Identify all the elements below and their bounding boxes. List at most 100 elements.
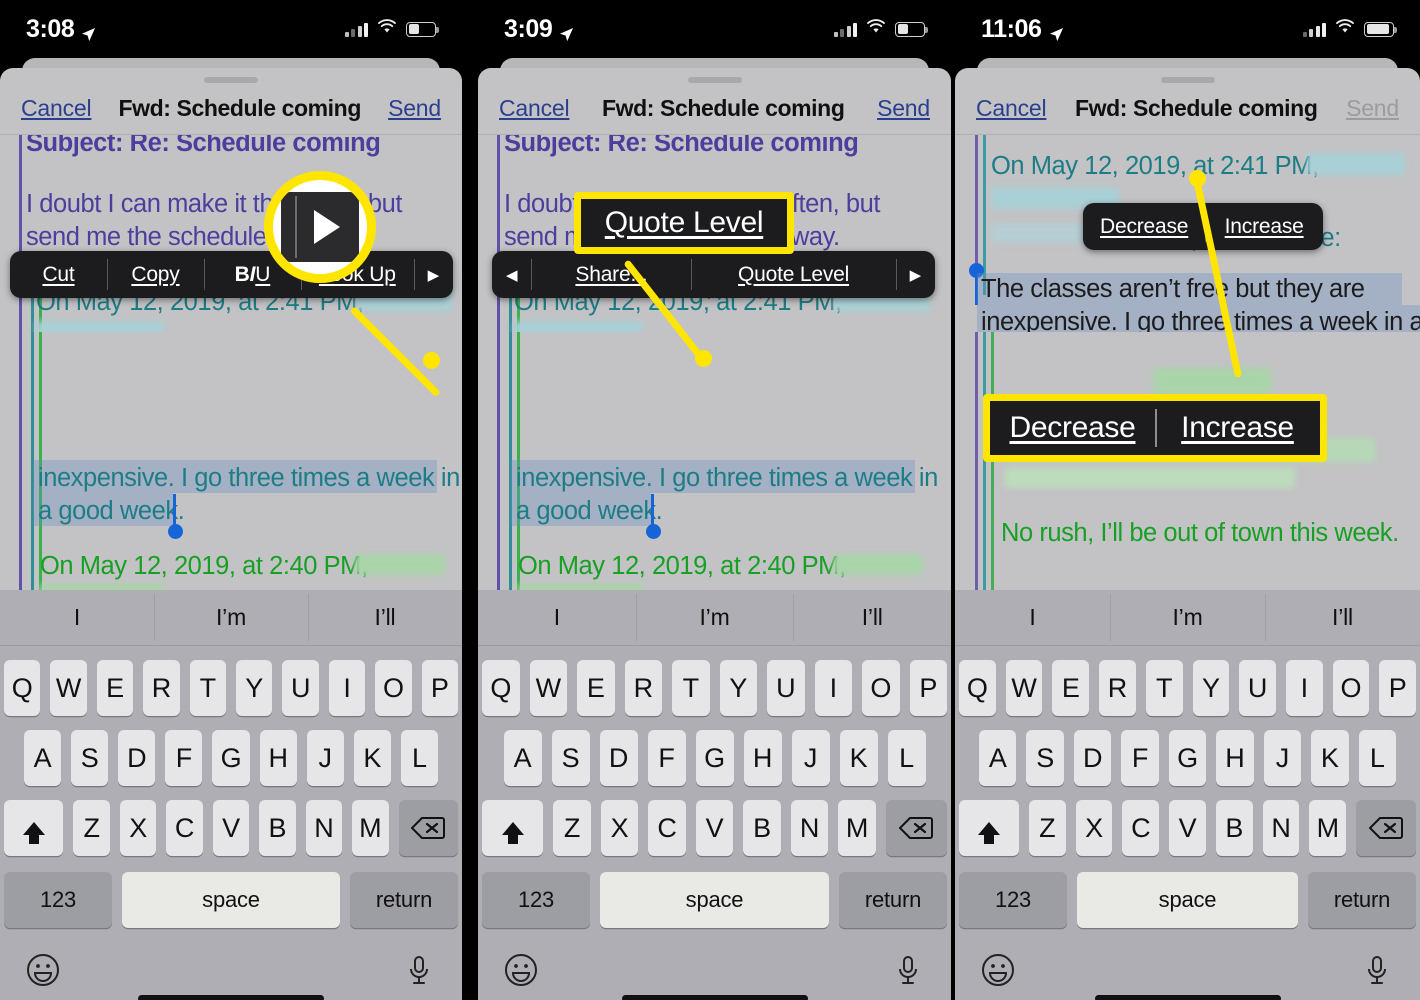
key-j[interactable]: J bbox=[1263, 730, 1302, 786]
key-b[interactable]: B bbox=[1215, 800, 1253, 856]
key-p[interactable]: P bbox=[1379, 660, 1417, 716]
key-v[interactable]: V bbox=[695, 800, 734, 856]
send-button[interactable]: Send bbox=[1346, 95, 1399, 122]
key-r[interactable]: R bbox=[624, 660, 662, 716]
key-f[interactable]: F bbox=[647, 730, 686, 786]
delete-icon[interactable] bbox=[1356, 800, 1417, 856]
key-t[interactable]: T bbox=[1145, 660, 1183, 716]
key-v[interactable]: V bbox=[1169, 800, 1206, 856]
space-key[interactable]: space bbox=[1077, 872, 1298, 928]
key-a[interactable]: A bbox=[24, 730, 62, 786]
key-e[interactable]: E bbox=[577, 660, 615, 716]
key-e[interactable]: E bbox=[1052, 660, 1090, 716]
key-m[interactable]: M bbox=[1309, 800, 1347, 856]
onscreen-keyboard[interactable]: I I’m I’ll Q W E R T Y U I O P A S D F G… bbox=[955, 590, 1420, 1000]
key-w[interactable]: W bbox=[529, 660, 567, 716]
key-d[interactable]: D bbox=[599, 730, 638, 786]
key-r[interactable]: R bbox=[1099, 660, 1136, 716]
suggestion-3[interactable]: I’ll bbox=[793, 594, 951, 641]
key-k[interactable]: K bbox=[353, 730, 391, 786]
key-l[interactable]: L bbox=[1358, 730, 1396, 786]
key-x[interactable]: X bbox=[1075, 800, 1113, 856]
numbers-key[interactable]: 123 bbox=[4, 872, 112, 928]
key-e[interactable]: E bbox=[96, 660, 134, 716]
key-i[interactable]: I bbox=[814, 660, 852, 716]
return-key[interactable]: return bbox=[1308, 872, 1416, 928]
send-button[interactable]: Send bbox=[877, 95, 930, 122]
key-a[interactable]: A bbox=[979, 730, 1017, 786]
text-context-toolbar[interactable]: Cut Copy BIU Look Up ▶ bbox=[10, 251, 453, 298]
key-c[interactable]: C bbox=[166, 800, 203, 856]
delete-icon[interactable] bbox=[398, 800, 458, 856]
onscreen-keyboard[interactable]: I I’m I’ll Q W E R T Y U I O P A S D F G… bbox=[0, 590, 462, 1000]
predictive-suggestions-bar[interactable]: I I’m I’ll bbox=[955, 590, 1420, 646]
onscreen-keyboard[interactable]: I I’m I’ll Q W E R T Y U I O P A S D F G… bbox=[478, 590, 951, 1000]
selection-handle-end[interactable] bbox=[646, 524, 661, 539]
key-s[interactable]: S bbox=[551, 730, 590, 786]
cancel-button[interactable]: Cancel bbox=[499, 95, 570, 122]
key-d[interactable]: D bbox=[118, 730, 156, 786]
key-s[interactable]: S bbox=[1026, 730, 1064, 786]
key-k[interactable]: K bbox=[1311, 730, 1349, 786]
space-key[interactable]: space bbox=[122, 872, 340, 928]
key-y[interactable]: Y bbox=[1192, 660, 1230, 716]
microphone-icon[interactable] bbox=[402, 953, 436, 992]
key-g[interactable]: G bbox=[1168, 730, 1207, 786]
predictive-suggestions-bar[interactable]: I I’m I’ll bbox=[478, 590, 951, 646]
increase-button[interactable]: Increase bbox=[1205, 203, 1323, 250]
key-h[interactable]: H bbox=[1216, 730, 1254, 786]
copy-button[interactable]: Copy bbox=[106, 251, 204, 298]
key-p[interactable]: P bbox=[421, 660, 459, 716]
email-body-lower[interactable]: No rush, I’ll be out of town this week. bbox=[955, 332, 1420, 600]
cancel-button[interactable]: Cancel bbox=[21, 95, 92, 122]
key-i[interactable]: I bbox=[1285, 660, 1323, 716]
selection-handle-end[interactable] bbox=[168, 524, 183, 539]
email-body-lower[interactable]: inexpensive. I go three times a week in … bbox=[0, 332, 462, 600]
key-h[interactable]: H bbox=[259, 730, 297, 786]
numbers-key[interactable]: 123 bbox=[959, 872, 1067, 928]
share-button[interactable]: Share... bbox=[531, 251, 691, 298]
suggestion-1[interactable]: I bbox=[478, 604, 636, 631]
send-button[interactable]: Send bbox=[388, 95, 441, 122]
emoji-icon[interactable] bbox=[504, 953, 538, 992]
key-y[interactable]: Y bbox=[719, 660, 757, 716]
home-indicator[interactable] bbox=[621, 995, 808, 1000]
key-m[interactable]: M bbox=[352, 800, 389, 856]
email-body-lower[interactable]: inexpensive. I go three times a week in … bbox=[478, 332, 951, 600]
key-d[interactable]: D bbox=[1073, 730, 1112, 786]
suggestion-1[interactable]: I bbox=[0, 604, 154, 631]
back-arrow-button[interactable]: ◀ bbox=[492, 251, 531, 298]
key-f[interactable]: F bbox=[165, 730, 203, 786]
key-q[interactable]: Q bbox=[3, 660, 41, 716]
key-u[interactable]: U bbox=[1239, 660, 1276, 716]
suggestion-2[interactable]: I’m bbox=[635, 594, 794, 641]
shift-icon[interactable] bbox=[482, 800, 544, 856]
predictive-suggestions-bar[interactable]: I I’m I’ll bbox=[0, 590, 462, 646]
home-indicator[interactable] bbox=[138, 995, 324, 1000]
key-k[interactable]: K bbox=[839, 730, 878, 786]
microphone-icon[interactable] bbox=[891, 953, 925, 992]
emoji-icon[interactable] bbox=[26, 953, 60, 992]
key-l[interactable]: L bbox=[400, 730, 438, 786]
key-b[interactable]: B bbox=[259, 800, 296, 856]
key-n[interactable]: N bbox=[305, 800, 343, 856]
key-j[interactable]: J bbox=[306, 730, 344, 786]
key-m[interactable]: M bbox=[838, 800, 876, 856]
key-l[interactable]: L bbox=[887, 730, 926, 786]
cut-button[interactable]: Cut bbox=[10, 251, 107, 298]
key-p[interactable]: P bbox=[909, 660, 947, 716]
emoji-icon[interactable] bbox=[981, 953, 1015, 992]
key-w[interactable]: W bbox=[1005, 660, 1043, 716]
key-t[interactable]: T bbox=[189, 660, 226, 716]
key-x[interactable]: X bbox=[600, 800, 639, 856]
key-z[interactable]: Z bbox=[73, 800, 110, 856]
suggestion-1[interactable]: I bbox=[955, 604, 1110, 631]
shift-icon[interactable] bbox=[959, 800, 1019, 856]
key-g[interactable]: G bbox=[695, 730, 734, 786]
suggestion-2[interactable]: I’m bbox=[154, 594, 308, 641]
numbers-key[interactable]: 123 bbox=[482, 872, 590, 928]
suggestion-2[interactable]: I’m bbox=[1110, 594, 1265, 641]
key-s[interactable]: S bbox=[71, 730, 109, 786]
key-c[interactable]: C bbox=[648, 800, 686, 856]
key-o[interactable]: O bbox=[1332, 660, 1370, 716]
